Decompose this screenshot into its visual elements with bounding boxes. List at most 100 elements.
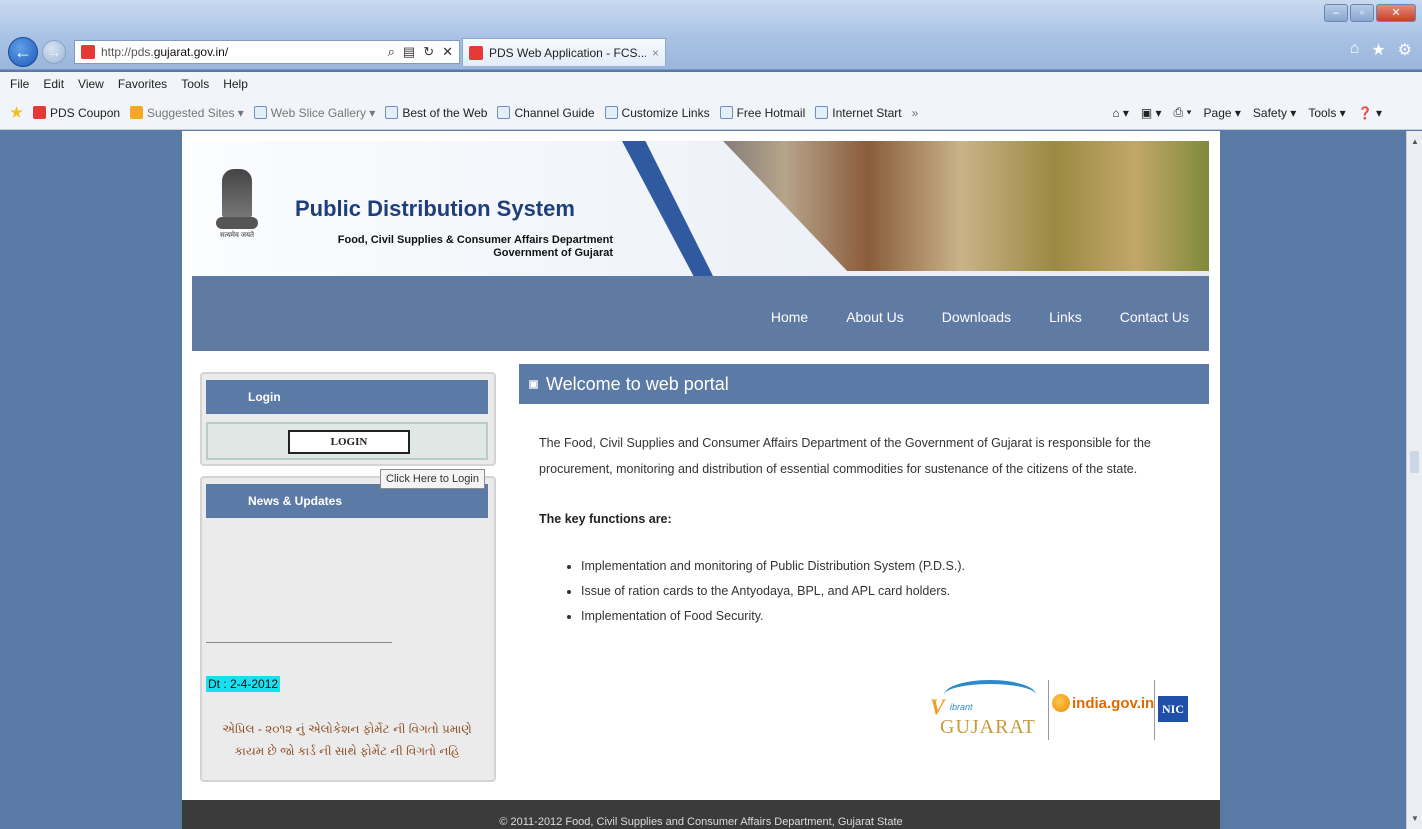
window-controls: – ▫ ✕ xyxy=(1324,4,1416,22)
nic-logo[interactable]: NIC xyxy=(1158,696,1188,722)
welcome-content: The Food, Civil Supplies and Consumer Af… xyxy=(539,430,1199,629)
department-name: Food, Civil Supplies & Consumer Affairs … xyxy=(337,234,613,259)
home-page-icon[interactable]: ⌂ ▾ xyxy=(1112,106,1129,120)
nav-links[interactable]: Links xyxy=(1049,309,1082,325)
browser-tab-pds[interactable]: PDS Web Application - FCS... × xyxy=(462,38,666,66)
fav-best-of-the-web[interactable]: Best of the Web xyxy=(385,106,487,120)
menu-tools[interactable]: Tools xyxy=(181,77,209,91)
menu-file[interactable]: File xyxy=(10,77,29,91)
command-bar: ⌂ ▾ ▣ ▾ ⎙ ▾ Page ▾ Safety ▾ Tools ▾ ❓ ▾ xyxy=(1112,105,1422,120)
intro-paragraph: The Food, Civil Supplies and Consumer Af… xyxy=(539,436,1151,476)
ie-icon xyxy=(815,106,829,119)
site-banner: सत्यमेव जयते Public Distribution System … xyxy=(192,141,1209,276)
list-item: Implementation of Food Security. xyxy=(581,604,1199,629)
fav-free-hotmail[interactable]: Free Hotmail xyxy=(719,106,805,120)
scroll-up-icon[interactable]: ▲ xyxy=(1411,137,1419,146)
fav-web-slice-gallery[interactable]: Web Slice Gallery ▾ xyxy=(253,106,375,120)
welcome-header: Welcome to web portal xyxy=(519,364,1209,404)
login-strip: LOGIN xyxy=(206,422,488,460)
favorites-star-button[interactable] xyxy=(10,106,23,119)
news-box: News & Updates Dt : 2-4-2012 એપ્રિલ - ૨૦… xyxy=(200,476,496,782)
ie-icon xyxy=(604,106,618,119)
cmd-page[interactable]: Page ▾ xyxy=(1204,106,1241,120)
tab-close-icon[interactable]: × xyxy=(652,46,659,60)
scroll-thumb[interactable] xyxy=(1410,451,1419,473)
menu-help[interactable]: Help xyxy=(223,77,248,91)
news-divider xyxy=(206,642,392,643)
login-header: Login xyxy=(206,380,488,414)
nav-about-us[interactable]: About Us xyxy=(846,309,904,325)
compatibility-icon[interactable]: ▤ xyxy=(403,44,415,60)
search-icon[interactable]: ⌕ xyxy=(388,44,395,60)
help-icon[interactable]: ❓ ▾ xyxy=(1358,106,1382,120)
welcome-title: Welcome to web portal xyxy=(546,373,729,394)
address-bar[interactable]: http://pds.gujarat.gov.in/ ⌕ ▤ ↻ ✕ xyxy=(74,40,460,64)
pds-icon xyxy=(33,106,46,119)
feeds-icon[interactable]: ▣ ▾ xyxy=(1141,106,1162,120)
favorites-bar: PDS Coupon Suggested Sites ▾ Web Slice G… xyxy=(0,96,1422,130)
browser-titlebar: ← → http://pds.gujarat.gov.in/ ⌕ ▤ ↻ ✕ P… xyxy=(0,0,1422,70)
fav-channel-guide[interactable]: Channel Guide xyxy=(497,106,595,120)
favorites-overflow-chevron[interactable]: » xyxy=(912,106,919,120)
login-box: Login LOGIN xyxy=(200,372,496,466)
cmd-safety[interactable]: Safety ▾ xyxy=(1253,106,1296,120)
left-column: Login LOGIN News & Updates Dt : 2-4-2012… xyxy=(200,372,496,782)
settings-gear-icon[interactable]: ⚙ xyxy=(1398,40,1412,60)
back-arrow-icon[interactable]: ← xyxy=(8,37,38,67)
india-gov-logo[interactable]: india.gov.in xyxy=(1052,694,1154,712)
address-controls: ⌕ ▤ ↻ ✕ xyxy=(388,44,459,60)
tab-title: PDS Web Application - FCS... xyxy=(489,45,646,60)
stop-icon[interactable]: ✕ xyxy=(442,44,453,60)
close-window-icon[interactable]: ✕ xyxy=(1376,4,1416,22)
favorites-star-icon[interactable]: ★ xyxy=(1371,40,1385,60)
main-navigation: Home About Us Downloads Links Contact Us xyxy=(192,276,1209,351)
logo-separator xyxy=(1048,680,1049,740)
nav-downloads[interactable]: Downloads xyxy=(942,309,1011,325)
browser-right-icons: ⌂ ★ ⚙ xyxy=(1350,40,1412,60)
logo-separator xyxy=(1154,680,1155,740)
site-title: Public Distribution System xyxy=(295,196,575,221)
menu-bar: File Edit View Favorites Tools Help xyxy=(0,72,1422,96)
ie-icon xyxy=(385,106,399,119)
banner-photo xyxy=(723,141,1209,271)
vibrant-gujarat-logo[interactable]: V ibrant GUJARAT xyxy=(926,676,1046,742)
news-header: News & Updates xyxy=(206,484,488,518)
news-text[interactable]: એપ્રિલ - ૨૦૧૨ નું એલોકેશન ફોર્મેટ ની વિગ… xyxy=(206,718,488,762)
bullet-square-icon xyxy=(529,379,538,389)
ie-icon xyxy=(253,106,267,119)
key-functions-heading: The key functions are: xyxy=(539,512,672,526)
login-button[interactable]: LOGIN xyxy=(288,430,410,454)
partner-logos: V ibrant GUJARAT india.gov.in NIC xyxy=(926,676,1196,746)
suggested-icon xyxy=(130,106,144,119)
menu-edit[interactable]: Edit xyxy=(43,77,64,91)
menu-favorites[interactable]: Favorites xyxy=(118,77,167,91)
news-date: Dt : 2-4-2012 xyxy=(206,676,281,692)
list-item: Issue of ration cards to the Antyodaya, … xyxy=(581,579,1199,604)
scroll-down-icon[interactable]: ▼ xyxy=(1411,814,1419,823)
fav-internet-start[interactable]: Internet Start xyxy=(815,106,902,120)
ie-icon xyxy=(719,106,733,119)
cmd-tools[interactable]: Tools ▾ xyxy=(1308,106,1345,120)
menu-view[interactable]: View xyxy=(78,77,104,91)
fav-suggested-sites[interactable]: Suggested Sites ▾ xyxy=(130,106,244,120)
forward-arrow-icon[interactable]: → xyxy=(42,40,66,64)
home-icon[interactable]: ⌂ xyxy=(1350,40,1360,60)
state-emblem-icon: सत्यमेव जयते xyxy=(214,163,260,243)
fav-customize-links[interactable]: Customize Links xyxy=(604,106,710,120)
nav-home[interactable]: Home xyxy=(771,309,808,325)
login-tooltip: Click Here to Login xyxy=(380,469,485,489)
minimize-icon[interactable]: – xyxy=(1324,4,1348,22)
address-url[interactable]: http://pds.gujarat.gov.in/ xyxy=(101,45,388,59)
nav-contact-us[interactable]: Contact Us xyxy=(1120,309,1189,325)
site-favicon-icon xyxy=(81,45,95,59)
star-icon xyxy=(10,106,23,118)
banner-swoosh xyxy=(622,141,713,276)
vertical-scrollbar[interactable]: ▲ ▼ xyxy=(1406,131,1422,829)
tab-favicon-icon xyxy=(469,45,483,60)
maximize-icon[interactable]: ▫ xyxy=(1350,4,1374,22)
list-item: Implementation and monitoring of Public … xyxy=(581,554,1199,579)
globe-icon xyxy=(1052,694,1070,712)
print-icon[interactable]: ⎙ ▾ xyxy=(1174,105,1192,120)
fav-pds-coupon[interactable]: PDS Coupon xyxy=(33,106,120,120)
refresh-icon[interactable]: ↻ xyxy=(423,44,434,60)
